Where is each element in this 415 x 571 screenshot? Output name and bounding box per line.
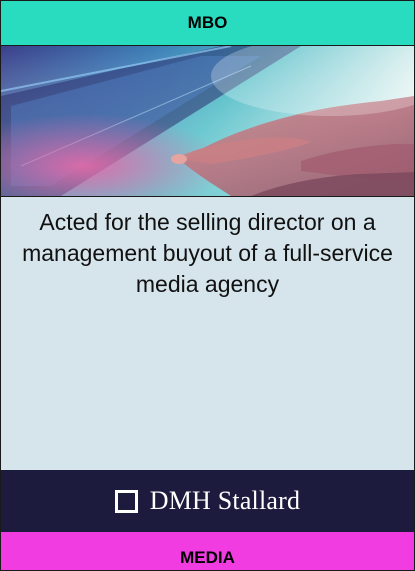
- brand-bar: DMH Stallard: [1, 470, 414, 532]
- brand-name: DMH Stallard: [149, 486, 301, 515]
- logo-square-icon: [114, 489, 138, 513]
- deal-card: MBO Acted for the selling director on a …: [0, 0, 415, 571]
- deal-description: Acted for the selling director on a mana…: [22, 209, 393, 297]
- sector-label: MEDIA: [1, 532, 414, 570]
- category-label: MBO: [1, 1, 414, 46]
- hand-touching-tablet-image: [1, 46, 414, 197]
